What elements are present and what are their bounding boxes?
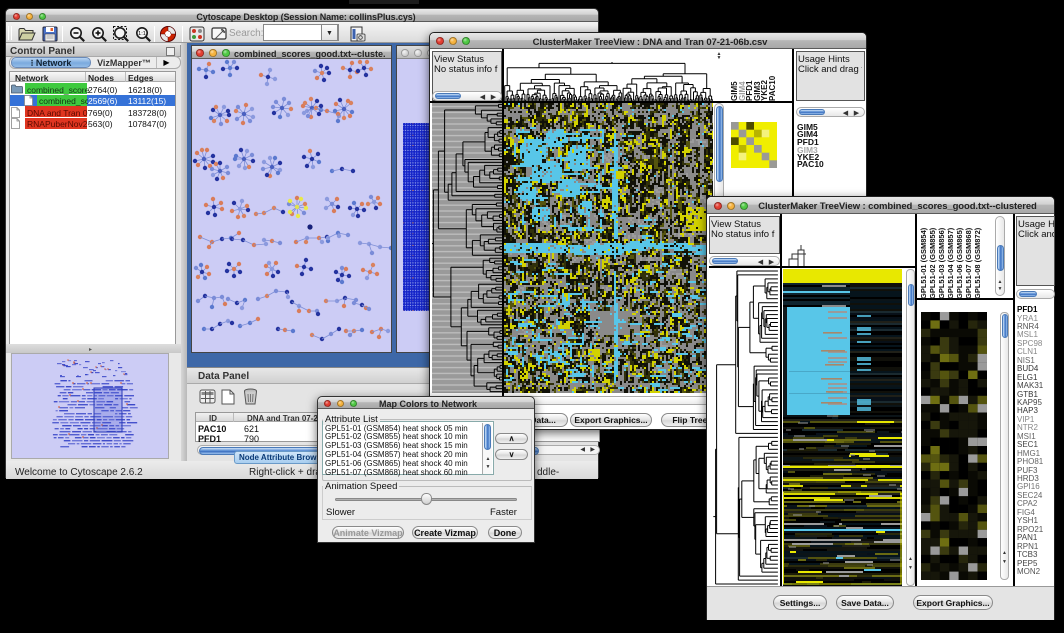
svg-text:1:1: 1:1	[138, 31, 146, 37]
